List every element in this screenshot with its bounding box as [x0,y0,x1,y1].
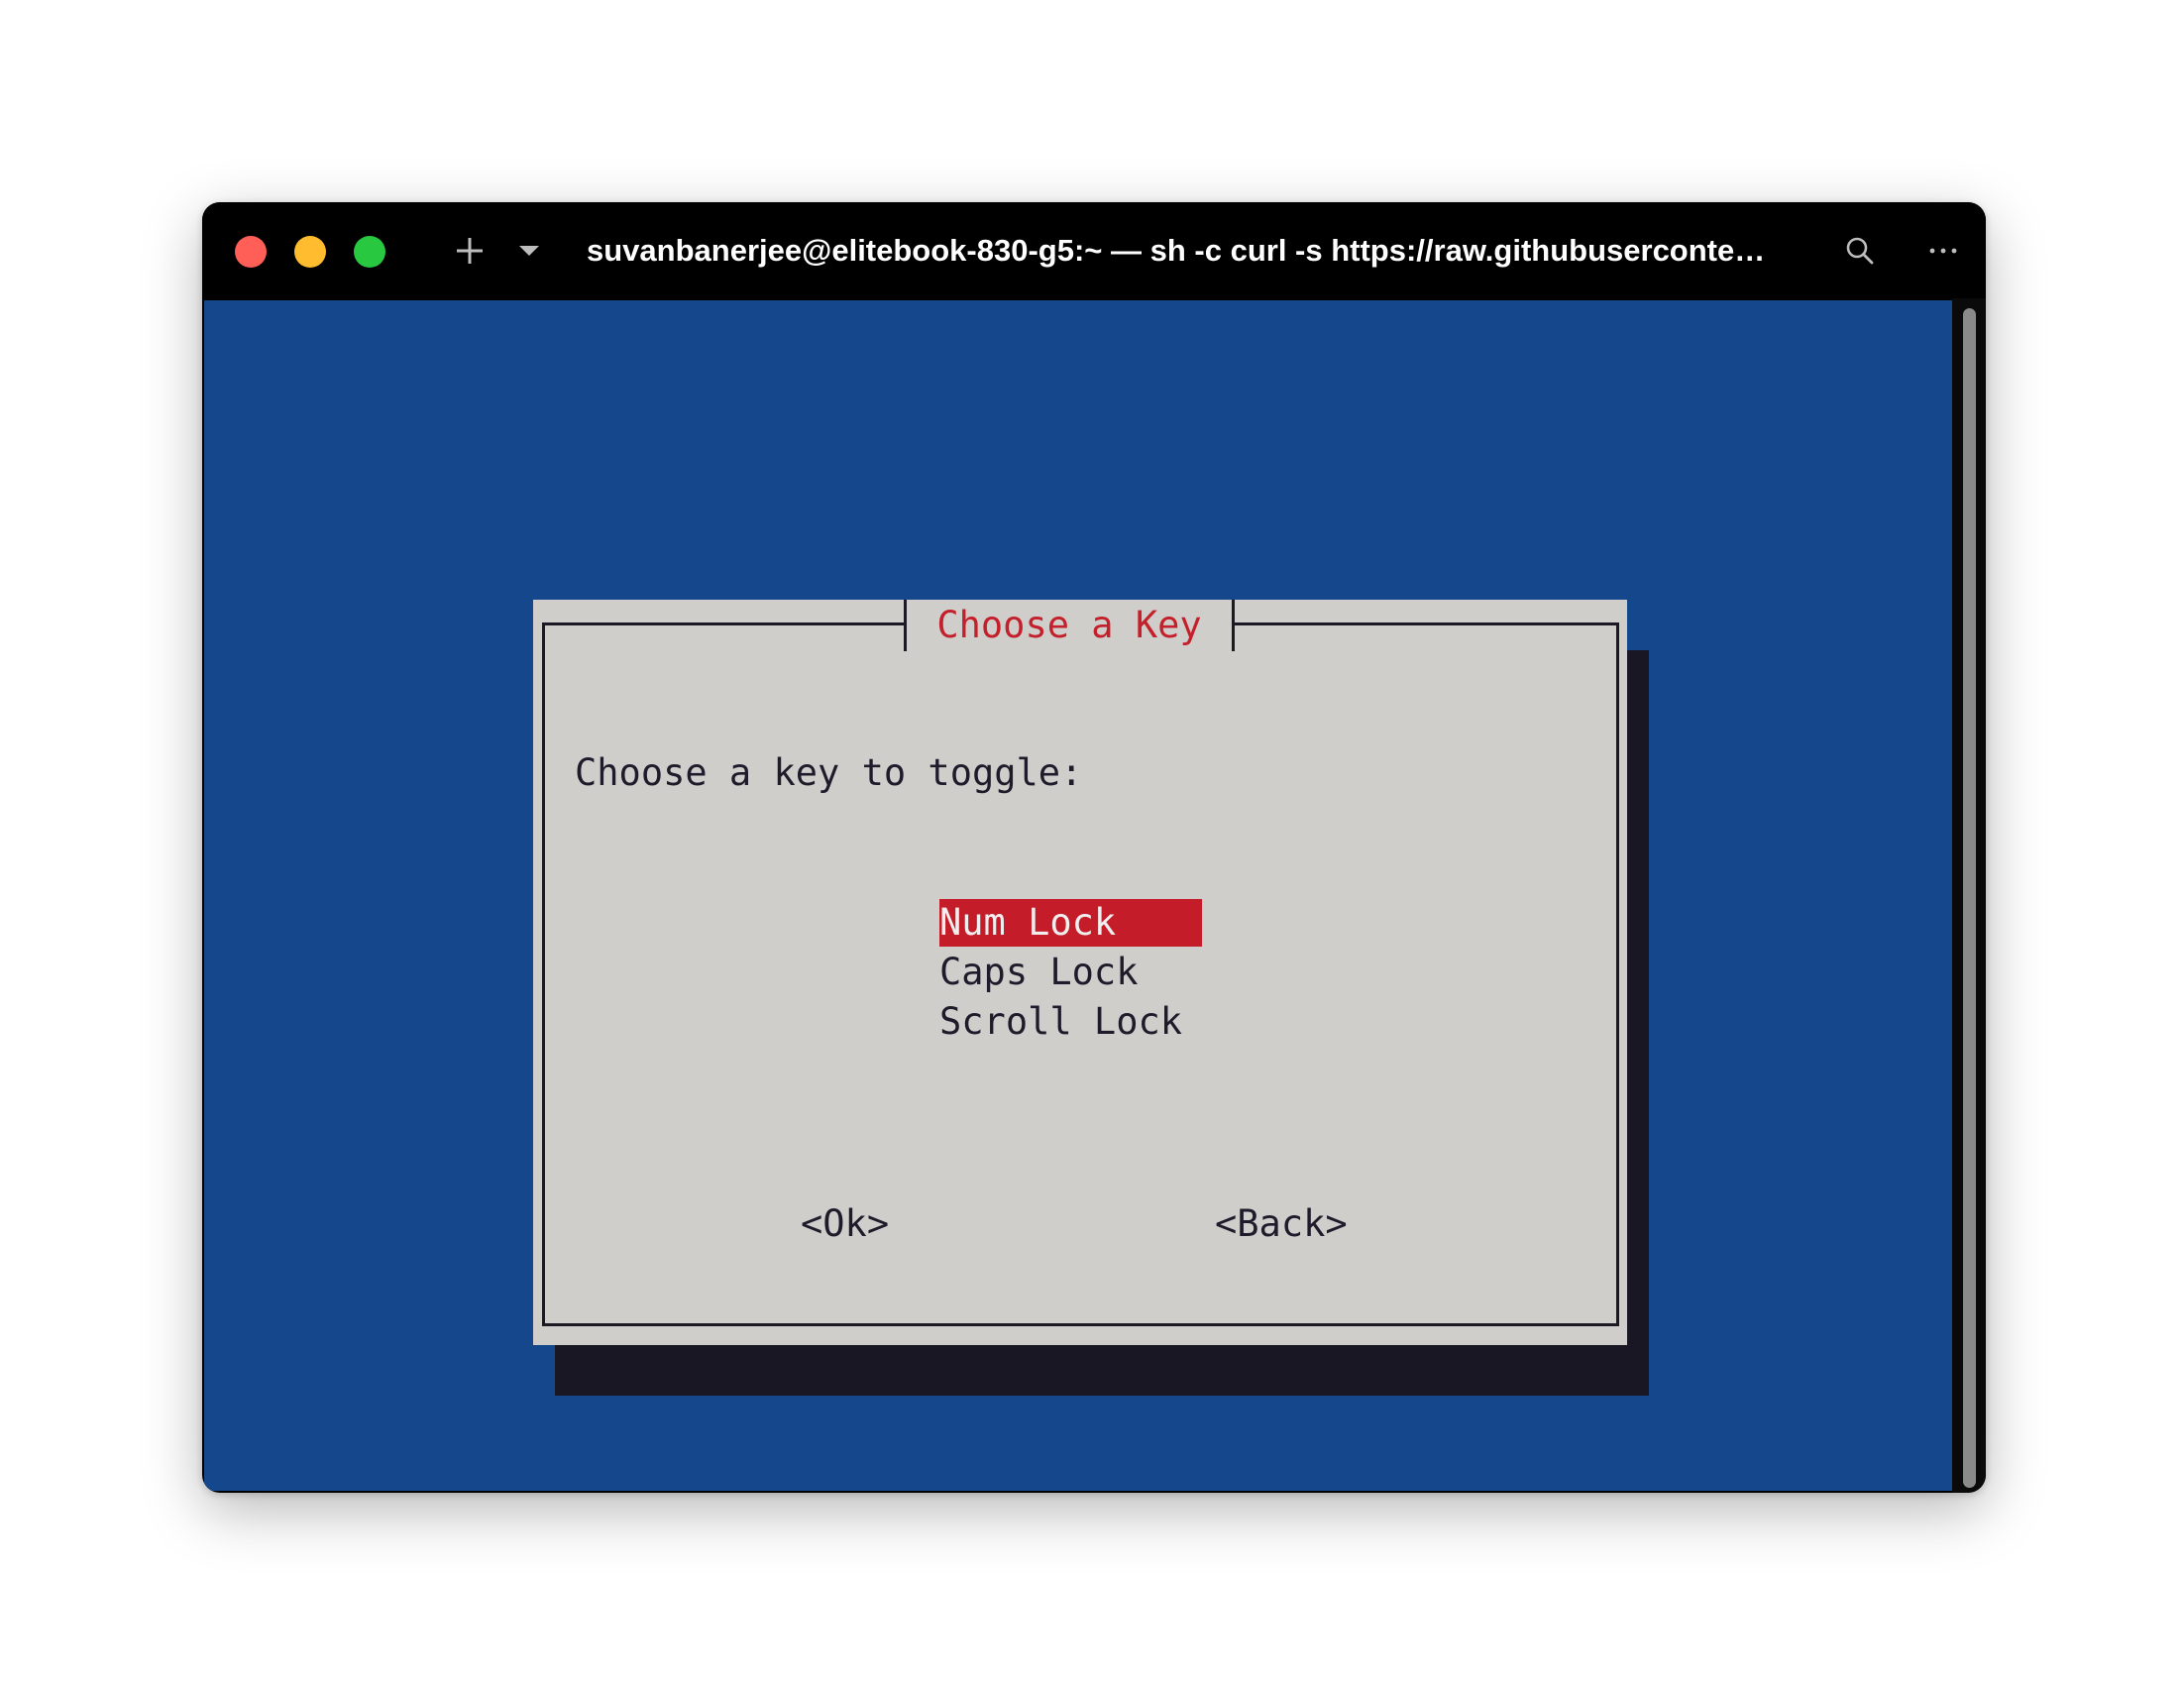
more-icon[interactable] [1918,228,1968,274]
minimize-button[interactable] [294,236,326,268]
dialog-prompt: Choose a key to toggle: [575,751,1083,794]
terminal-window: suvanbanerjee@elitebook-830-g5:~ — sh -c… [202,202,1986,1493]
close-button[interactable] [235,236,267,268]
chevron-down-icon[interactable] [511,228,547,274]
maximize-button[interactable] [354,236,385,268]
scrollbar[interactable] [1952,298,1986,1493]
choose-key-dialog: Choose a Key Choose a key to toggle: Num… [533,600,1627,1345]
back-button[interactable]: <Back> [1215,1199,1348,1249]
menu-item-scroll-lock[interactable]: Scroll Lock [939,998,1182,1046]
menu-item-caps-lock[interactable]: Caps Lock [939,949,1138,996]
menu-item-num-lock[interactable]: Num Lock [939,899,1202,947]
title-bar: suvanbanerjee@elitebook-830-g5:~ — sh -c… [202,202,1986,298]
window-title: suvanbanerjee@elitebook-830-g5:~ — sh -c… [587,233,1766,268]
dialog-title: Choose a Key [936,604,1202,646]
search-icon[interactable] [1837,228,1883,274]
ok-button[interactable]: <Ok> [801,1199,889,1249]
plus-icon[interactable] [450,228,490,274]
terminal-area[interactable]: Choose a Key Choose a key to toggle: Num… [204,300,1952,1491]
scrollbar-thumb[interactable] [1963,308,1976,1488]
